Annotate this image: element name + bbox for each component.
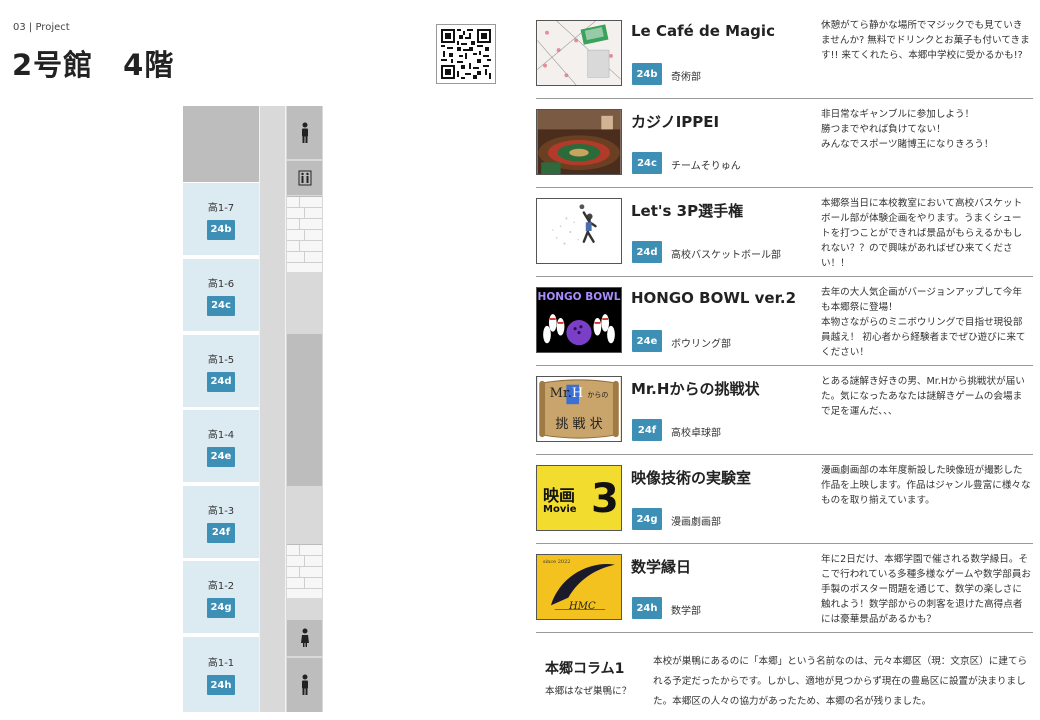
room-badge: 24b [632,63,662,85]
project-description: 非日常なギャンブルに参加しよう！ 勝つまでやれば負けてない！ みんなでスポーツ賭… [821,109,994,150]
room-badge: 24d [632,241,662,263]
room-badge: 24c [207,295,235,316]
project-title: HONGO BOWL ver.2 [631,289,796,307]
project-org: 漫画劇画部 [671,517,721,528]
restroom-man-icon [287,106,322,159]
column-subtitle: 本郷はなぜ巣鴨に？ [545,686,632,697]
room-1-2[interactable]: 高1-2 24g [183,561,259,635]
room-name: 高1-2 [207,580,235,592]
project-item[interactable]: Le Café de Magic 24b 奇術部 休憩がてら静かな場所でマジック… [536,10,1033,99]
project-description: 本郷祭当日に本校教室において高校バスケットボール部が体験企画をやります。うまくシ… [821,198,1023,269]
magic-poster-thumbnail [536,20,622,86]
room-name: 高1-1 [207,658,235,669]
project-item[interactable]: HONGO BOWL HONGO BOWL ver.2 24e ボウリング部 去… [536,277,1033,366]
project-description: 去年の大人気企画がバージョンアップして今年も本郷祭に登場！ 本物さながらのミニボ… [821,287,1026,358]
movie-thumbnail: 映画 Movie 3 [536,465,622,531]
column-body: 本校が巣鴨にあるのに「本郷」という名前なのは、元々本郷区（現：文京区）に建てられ… [653,656,1028,707]
room-1-5[interactable]: 高1-5 24d [183,335,259,409]
room-name: 高1-7 [207,202,235,214]
project-item[interactable]: Let's 3P選手権 24d 高校バスケットボール部 本郷祭当日に本校教室にお… [536,188,1033,277]
project-item[interactable]: since 2022 HMC 数学縁日 24h 数学部 年に2日だけ、本郷学園で… [536,544,1033,633]
room-name: 高1-3 [207,505,235,517]
room-badge: 24d [207,371,235,392]
stairs-upper [287,196,322,272]
room-badge: 24c [632,152,662,174]
thumbnail-caption: Movie [543,504,577,515]
project-org: 高校バスケットボール部 [671,250,781,261]
restroom-man-icon [287,658,322,712]
project-item[interactable]: 映画 Movie 3 映像技術の実験室 24g 漫画劇画部 漫画劇画部の本年度新… [536,455,1033,544]
project-title: 数学縁日 [631,558,692,576]
thumbnail-caption: HMC [569,601,596,612]
qr-code[interactable] [436,24,496,84]
room-badge: 24f [207,522,235,543]
map-corridor [259,106,286,712]
thumbnail-caption: 3 [591,476,619,522]
thumbnail-caption: からの [587,391,609,399]
map-room-block [183,106,259,182]
math-club-logo-thumbnail: since 2022 HMC [536,554,622,620]
room-1-7[interactable]: 高1-7 24b [183,183,259,257]
project-org: 奇術部 [671,72,701,83]
project-org: チームそりゅん [671,161,741,172]
room-1-3[interactable]: 高1-3 24f [183,486,259,560]
room-name: 高1-4 [207,429,235,441]
map-storage-block [287,334,322,486]
room-badge: 24h [632,597,662,619]
room-badge: 24e [207,446,235,467]
bowling-thumbnail: HONGO BOWL [536,287,622,353]
project-description: 休憩がてら静かな場所でマジックでも見ていきませんか? 無料でドリンクとお菓子も付… [821,20,1030,61]
room-badge: 24g [632,508,662,530]
thumbnail-caption: H [571,386,584,401]
project-title: カジノIPPEI [631,113,720,131]
restroom-woman-icon [287,620,322,656]
room-1-6[interactable]: 高1-6 24c [183,259,259,333]
project-item[interactable]: Mr.H からの 挑 戦 状 Mr.Hからの挑戦状 24f 高校卓球部 とある謎… [536,366,1033,455]
project-description: 年に2日だけ、本郷学園で催される数学縁日。そこで行われている多種多様なゲームや数… [821,554,1032,625]
room-name: 高1-6 [207,278,235,290]
basketball-player-thumbnail [536,198,622,264]
thumbnail-caption: 映画 [543,486,576,505]
column-title: 本郷コラム1 [545,661,625,677]
thumbnail-caption: HONGO BOWL [537,291,621,303]
floor-map: 高1-7 24b 高1-6 24c 高1-5 24d 高1-4 24e 高1-3… [183,106,323,712]
project-title: Mr.Hからの挑戦状 [631,380,760,398]
section-kicker: 03 | Project [13,22,70,33]
project-description: とある謎解き好きの男、Mr.Hから挑戦状が届いた。気になったあなたは謎解きゲーム… [821,376,1025,417]
room-badge: 24h [207,675,235,695]
project-list: Le Café de Magic 24b 奇術部 休憩がてら静かな場所でマジック… [536,10,1033,633]
thumbnail-caption: 挑 戦 状 [555,417,603,432]
project-description: 漫画劇画部の本年度新設した映像班が撮影した作品を上映します。作品はジャンル豊富に… [821,465,1031,506]
room-badge: 24b [207,219,235,240]
restroom-accessible-icon [287,161,322,195]
project-org: 高校卓球部 [671,428,721,439]
project-title: 映像技術の実験室 [631,469,752,487]
project-item[interactable]: カジノIPPEI 24c チームそりゅん 非日常なギャンブルに参加しよう！ 勝つ… [536,99,1033,188]
project-title: Let's 3P選手権 [631,202,744,220]
project-title: Le Café de Magic [631,22,775,40]
project-org: ボウリング部 [671,339,731,350]
room-name: 高1-5 [207,354,235,366]
room-1-4[interactable]: 高1-4 24e [183,410,259,484]
stairs-lower [287,544,322,598]
hongo-column: 本郷コラム1 本郷はなぜ巣鴨に？ 本校が巣鴨にあるのに「本郷」という名前なのは、… [536,640,1033,712]
room-badge: 24g [207,597,235,618]
room-badge: 24e [632,330,662,352]
scroll-thumbnail: Mr.H からの 挑 戦 状 [536,376,622,442]
page-title: 2号館 4階 [12,48,175,82]
thumbnail-caption: Mr. [549,386,572,401]
room-1-1[interactable]: 高1-1 24h [183,637,259,712]
casino-roulette-thumbnail [536,109,622,175]
project-org: 数学部 [671,606,701,617]
room-badge: 24f [632,419,662,441]
